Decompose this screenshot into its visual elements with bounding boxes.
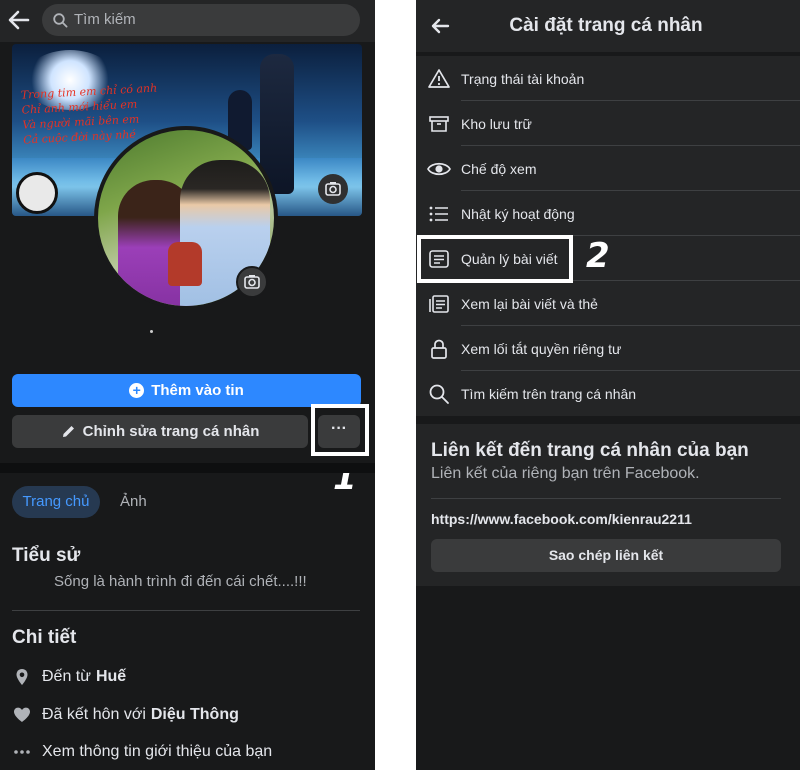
camera-icon [244,275,260,289]
eye-icon [427,162,451,175]
detail-hometown: Đến từ Huế [12,666,126,688]
lock-icon [431,339,447,359]
see-intro-label: Xem thông tin giới thiệu của bạn [42,743,273,760]
avatar-bouquet [168,242,202,286]
location-pin-icon [16,669,28,685]
hometown-prefix: Đến từ [42,668,91,685]
edit-profile-label: Chỉnh sửa trang cá nhân [82,423,260,440]
divider [431,498,781,499]
menu-item-privacy-shortcuts[interactable]: Xem lối tắt quyền riêng tư [416,326,800,371]
menu-item-review-posts[interactable]: Xem lại bài viết và thẻ [416,281,800,326]
heart-icon [14,707,30,722]
plus-icon: + [129,383,145,398]
settings-header: Cài đặt trang cá nhân [416,0,800,52]
search-input[interactable]: Tìm kiếm [42,4,360,36]
camera-icon [325,182,341,196]
list-icon [429,206,448,221]
menu-item-label: Tìm kiếm trên trang cá nhân [461,385,637,402]
menu-item-view-as[interactable]: Chế độ xem [416,146,800,191]
detail-relationship: Đã kết hôn với Diệu Thông [12,704,239,726]
back-arrow-icon[interactable] [6,8,32,32]
profile-link-subtitle: Liên kết của riêng bạn trên Facebook. [431,465,700,482]
menu-item-label: Xem lối tắt quyền riêng tư [461,340,622,357]
decorative-dot [150,330,153,333]
add-to-story-button[interactable]: + Thêm vào tin [12,374,361,407]
profile-panel: Tìm kiếm Trong tim em chỉ có anh Chỉ anh… [0,0,375,770]
menu-item-label: Xem lại bài viết và thẻ [461,295,598,312]
relationship-prefix: Đã kết hôn với [42,706,146,723]
profile-link-heading: Liên kết đến trang cá nhân của bạn [431,440,749,461]
profile-url[interactable]: https://www.facebook.com/kienrau2211 [431,511,692,527]
relationship-value[interactable]: Diệu Thông [151,706,239,724]
menu-item-label: Nhật ký hoạt động [461,205,575,222]
tab-photos[interactable]: Ảnh [120,486,147,518]
section-separator [0,463,375,473]
hometown-value[interactable]: Huế [96,668,126,686]
tab-home[interactable]: Trang chủ [12,486,100,518]
detail-see-intro[interactable]: Xem thông tin giới thiệu của bạn [12,741,272,763]
search-placeholder: Tìm kiếm [74,11,136,28]
pencil-icon [62,426,74,437]
details-heading: Chi tiết [12,627,77,648]
highlight-box-more [311,404,369,456]
annotation-step-2: 2 [586,236,610,276]
search-icon [429,384,449,404]
cover-logo-badge [16,172,58,214]
ellipsis-icon [14,750,30,754]
menu-item-archive[interactable]: Kho lưu trữ [416,101,800,146]
add-to-story-label: Thêm vào tin [151,382,244,399]
profile-link-section: Liên kết đến trang cá nhân của bạn Liên … [416,424,800,586]
warning-icon [428,68,450,88]
page-title: Cài đặt trang cá nhân [509,15,703,36]
menu-item-account-status[interactable]: Trạng thái tài khoản [416,56,800,101]
bio-heading: Tiểu sử [12,545,81,566]
top-bar: Tìm kiếm [0,0,375,42]
avatar-camera-button[interactable] [236,266,268,298]
menu-item-activity-log[interactable]: Nhật ký hoạt động [416,191,800,236]
menu-item-label: Kho lưu trữ [461,115,532,132]
menu-item-label: Trạng thái tài khoản [461,70,585,87]
settings-panel: Cài đặt trang cá nhân Trạng thái tài kho… [416,0,800,770]
archive-icon [429,115,449,132]
review-icon [429,294,449,313]
search-icon [53,13,68,28]
menu-item-label: Chế độ xem [461,160,537,177]
bio-text: Sống là hành trình đi đến cái chết....!!… [54,573,307,590]
menu-item-search-profile[interactable]: Tìm kiếm trên trang cá nhân [416,371,800,416]
edit-profile-button[interactable]: Chỉnh sửa trang cá nhân [12,415,308,448]
copy-link-button[interactable]: Sao chép liên kết [431,539,781,572]
highlight-box-manage-posts [417,235,573,283]
divider [12,610,360,611]
cover-camera-button[interactable] [318,174,348,204]
